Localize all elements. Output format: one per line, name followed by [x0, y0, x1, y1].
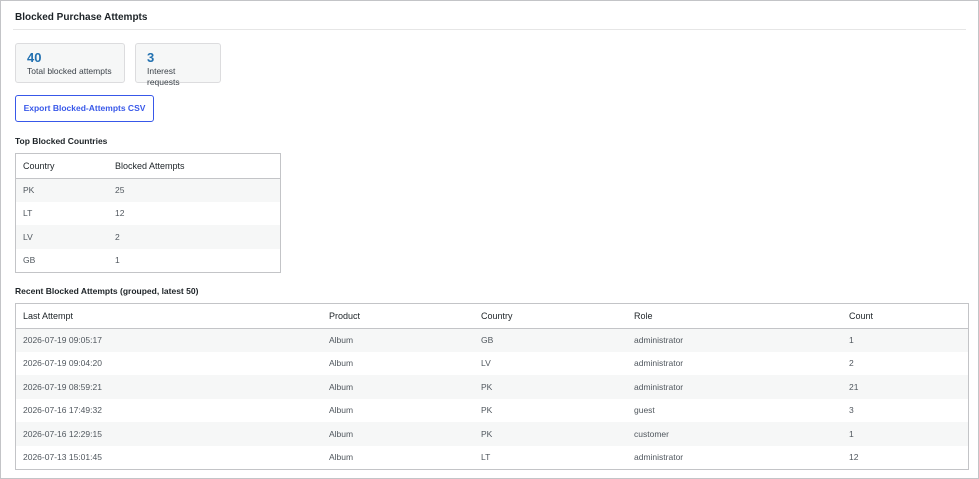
cell-role: administrator	[627, 328, 842, 352]
column-header-country: Country	[16, 154, 108, 179]
top-countries-table: Country Blocked Attempts PK 25 LT 12 LV …	[15, 153, 281, 273]
cell-country: LT	[23, 208, 33, 219]
column-header-country: Country	[474, 304, 627, 329]
cell-product: Album	[322, 422, 474, 446]
cell-role: administrator	[627, 375, 842, 399]
recent-attempts-heading: Recent Blocked Attempts (grouped, latest…	[15, 286, 199, 296]
table-row: 2026-07-19 09:05:17 Album GB administrat…	[16, 328, 968, 352]
column-header-count: Count	[842, 304, 968, 329]
table-row: LV 2	[16, 225, 280, 249]
stat-label: Interest requests	[147, 66, 180, 87]
cell-count: 1	[842, 422, 968, 446]
stat-card-total-blocked: 40 Total blocked attempts	[15, 43, 125, 83]
table-row: 2026-07-19 09:04:20 Album LV administrat…	[16, 352, 968, 376]
cell-last-attempt: 2026-07-19 08:59:21	[16, 375, 322, 399]
panel-title: Blocked Purchase Attempts	[15, 12, 148, 23]
cell-attempts: 2	[108, 225, 280, 249]
cell-last-attempt: 2026-07-19 09:04:20	[23, 358, 102, 369]
title-divider	[13, 29, 966, 30]
column-header-last-attempt: Last Attempt	[16, 304, 322, 329]
cell-role: administrator	[634, 452, 684, 463]
stat-card-interest-requests: 3 Interest requests	[135, 43, 221, 87]
cell-attempts: 1	[115, 255, 120, 266]
cell-count: 1	[842, 328, 968, 352]
table-row: 2026-07-19 08:59:21 Album PK administrat…	[16, 375, 968, 399]
table-row: GB 1	[16, 249, 280, 273]
stat-value: 40	[27, 50, 42, 65]
table-row: 2026-07-16 17:49:32 Album PK guest 3	[16, 399, 968, 423]
cell-attempts: 25	[108, 178, 280, 202]
cell-count: 2	[849, 358, 854, 369]
cell-country: PK	[481, 405, 493, 416]
export-csv-button[interactable]: Export Blocked-Attempts CSV	[15, 95, 154, 122]
cell-product: Album	[322, 328, 474, 352]
column-header-role: Role	[627, 304, 842, 329]
cell-last-attempt: 2026-07-19 09:05:17	[16, 328, 322, 352]
cell-country: PK	[474, 422, 627, 446]
cell-country: LV	[481, 358, 491, 369]
cell-country: LT	[481, 452, 491, 463]
cell-country: PK	[16, 178, 108, 202]
top-countries-heading: Top Blocked Countries	[15, 136, 108, 146]
cell-product: Album	[329, 358, 354, 369]
column-header-blocked-attempts: Blocked Attempts	[108, 154, 280, 179]
cell-count: 21	[842, 375, 968, 399]
cell-product: Album	[322, 375, 474, 399]
cell-attempts: 12	[115, 208, 125, 219]
table-header-row: Last Attempt Product Country Role Count	[16, 304, 968, 329]
table-header-row: Country Blocked Attempts	[16, 154, 280, 179]
cell-country: PK	[474, 375, 627, 399]
column-header-product: Product	[322, 304, 474, 329]
recent-attempts-table: Last Attempt Product Country Role Count …	[15, 303, 969, 470]
cell-last-attempt: 2026-07-13 15:01:45	[23, 452, 102, 463]
table-row: 2026-07-16 12:29:15 Album PK customer 1	[16, 422, 968, 446]
cell-country: LV	[16, 225, 108, 249]
cell-role: administrator	[634, 358, 684, 369]
cell-country: GB	[23, 255, 36, 266]
table-row: PK 25	[16, 178, 280, 202]
table-row: LT 12	[16, 202, 280, 226]
cell-role: customer	[627, 422, 842, 446]
blocked-attempts-panel: Blocked Purchase Attempts 40 Total block…	[0, 0, 979, 479]
cell-count: 12	[849, 452, 859, 463]
stat-label: Total blocked attempts	[27, 66, 112, 76]
cell-count: 3	[849, 405, 854, 416]
cell-last-attempt: 2026-07-16 12:29:15	[16, 422, 322, 446]
stat-value: 3	[147, 50, 155, 65]
cell-product: Album	[329, 405, 354, 416]
cell-last-attempt: 2026-07-16 17:49:32	[23, 405, 102, 416]
table-row: 2026-07-13 15:01:45 Album LT administrat…	[16, 446, 968, 470]
cell-role: guest	[634, 405, 655, 416]
cell-country: GB	[474, 328, 627, 352]
cell-product: Album	[329, 452, 354, 463]
